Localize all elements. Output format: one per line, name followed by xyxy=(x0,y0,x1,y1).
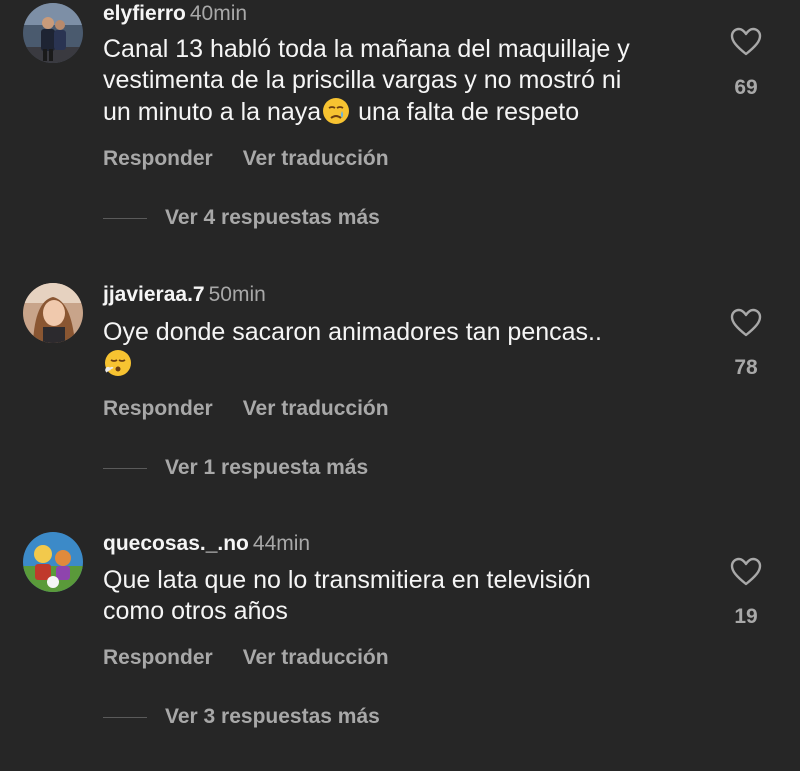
heart-icon[interactable] xyxy=(730,557,762,587)
comment-header: elyfierro 40min xyxy=(103,1,247,27)
translate-button[interactable]: Ver traducción xyxy=(243,397,389,420)
like-button[interactable] xyxy=(728,27,764,57)
reply-button[interactable]: Responder xyxy=(103,646,213,669)
comment-actions: Responder Ver traducción xyxy=(103,396,389,422)
view-replies-label: Ver 4 respuestas más xyxy=(165,206,380,229)
comment-actions: Responder Ver traducción xyxy=(103,645,389,671)
comment-text-line: un minuto a la naya una falta de respeto xyxy=(103,96,703,128)
timestamp: 44min xyxy=(252,532,311,555)
timestamp: 50min xyxy=(208,283,266,306)
translate-button[interactable]: Ver traducción xyxy=(243,646,389,669)
comment-text-line: Que lata que no lo transmitiera en telev… xyxy=(103,566,591,594)
comment-text-line: Oye donde sacaron animadores tan pencas.… xyxy=(103,318,602,346)
view-replies-button[interactable]: Ver 3 respuestas más xyxy=(103,704,380,730)
comment-text-segment: una falta de respeto xyxy=(351,98,580,126)
avatar[interactable] xyxy=(23,3,83,63)
avatar[interactable] xyxy=(23,283,83,343)
view-replies-label: Ver 1 respuesta más xyxy=(165,456,369,479)
comment-text-line: Canal 13 habló toda la mañana del maquil… xyxy=(103,35,630,63)
reply-button[interactable]: Responder xyxy=(103,147,213,170)
comment-text-line xyxy=(103,348,703,380)
view-replies-label: Ver 3 respuestas más xyxy=(165,705,380,728)
heart-icon[interactable] xyxy=(730,308,762,338)
comment-text-line: vestimenta de la priscilla vargas y no m… xyxy=(103,66,622,94)
comment-text-line: como otros años xyxy=(103,597,288,625)
translate-button[interactable]: Ver traducción xyxy=(243,147,389,170)
comment-header: quecosas._.no 44min xyxy=(103,531,310,557)
crying-face-emoji xyxy=(321,96,351,126)
comment-text: Oye donde sacaron animadores tan pencas.… xyxy=(103,317,703,380)
comment-text: Que lata que no lo transmitiera en telev… xyxy=(103,565,703,627)
divider xyxy=(103,217,147,219)
username[interactable]: quecosas._.no xyxy=(103,532,249,555)
view-replies-button[interactable]: Ver 4 respuestas más xyxy=(103,205,380,231)
like-button[interactable] xyxy=(728,557,764,587)
comment-text-segment: un minuto a la naya xyxy=(103,98,322,126)
reply-button[interactable]: Responder xyxy=(103,397,213,420)
divider xyxy=(103,716,147,718)
like-count: 78 xyxy=(734,356,758,379)
heart-icon[interactable] xyxy=(730,27,762,57)
comment-header: jjavieraa.7 50min xyxy=(103,282,266,308)
comment-actions: Responder Ver traducción xyxy=(103,146,389,172)
like-count: 69 xyxy=(734,76,758,99)
username[interactable]: elyfierro xyxy=(103,2,186,25)
timestamp: 40min xyxy=(189,2,248,25)
username[interactable]: jjavieraa.7 xyxy=(103,283,205,306)
like-count: 19 xyxy=(734,605,758,628)
face-exhaling-emoji xyxy=(103,348,133,378)
comment-text: Canal 13 habló toda la mañana del maquil… xyxy=(103,34,703,128)
avatar[interactable] xyxy=(23,532,83,592)
like-button[interactable] xyxy=(728,308,764,338)
view-replies-button[interactable]: Ver 1 respuesta más xyxy=(103,455,368,481)
divider xyxy=(103,467,147,469)
